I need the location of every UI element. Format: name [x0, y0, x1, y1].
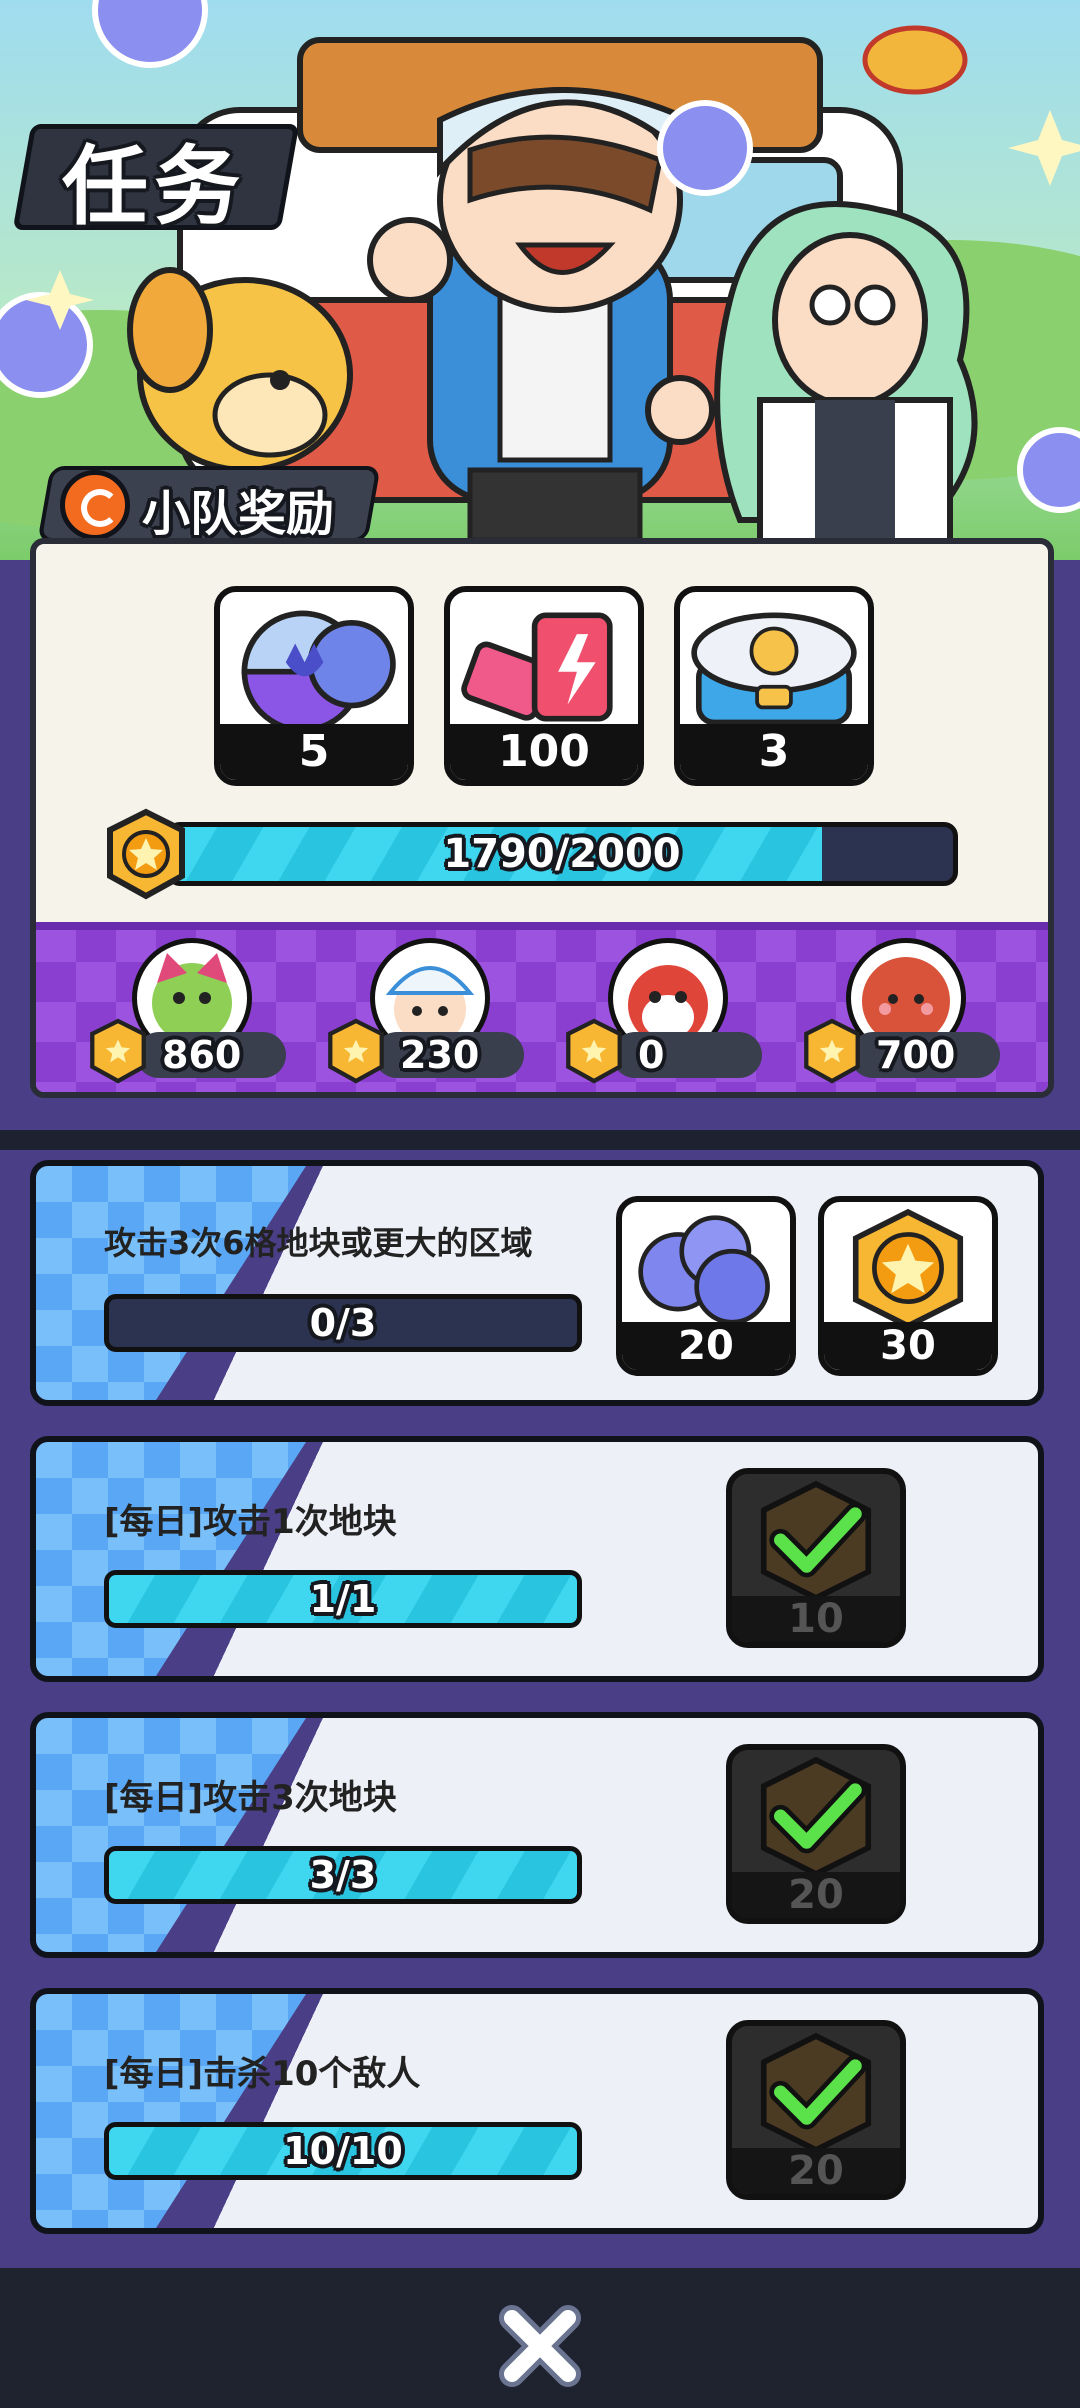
reward-capsule[interactable]: 5 [214, 586, 414, 786]
reward-qty: 20 [732, 1872, 900, 1918]
claimed-check-icon [760, 2032, 872, 2154]
task-progress-text: 0/3 [309, 1301, 377, 1345]
task-name: [每日]攻击1次地块 [104, 1502, 397, 1542]
reward-qty: 100 [450, 724, 638, 780]
claimed-reward: 20 [726, 2020, 906, 2200]
member-points: 0 [638, 1033, 665, 1077]
reward-qty: 30 [824, 1322, 992, 1370]
task-name: [每日]攻击3次地块 [104, 1778, 397, 1818]
star-badge-icon [852, 1208, 964, 1330]
squad-reward-label: 小队奖励 [142, 486, 335, 542]
squad-progress-text: 1790/2000 [443, 831, 681, 877]
member-blob[interactable]: 700 [800, 938, 1000, 1088]
header-banner: 任务 小队奖励 [0, 0, 1080, 560]
star-badge-icon [90, 1018, 146, 1084]
star-badge-icon [566, 1018, 622, 1084]
task-list: 攻击3次6格地块或更大的区域 0/3 20 30 [每日]攻击1次地块 1/1 … [0, 1150, 1080, 2270]
task-name: [每日]击杀10个敌人 [104, 2054, 421, 2094]
task-progress-bar: 0/3 [104, 1294, 582, 1352]
member-points: 860 [162, 1033, 242, 1077]
task-progress-bar: 3/3 [104, 1846, 582, 1904]
task-name: 攻击3次6格地块或更大的区域 [104, 1224, 533, 1262]
task-progress-text: 10/10 [283, 2129, 403, 2173]
star-badge-icon [328, 1018, 384, 1084]
capsule-icon [241, 610, 396, 733]
orb-icon [638, 1215, 770, 1325]
close-icon[interactable] [496, 2302, 584, 2390]
task-reward-stars[interactable]: 30 [818, 1196, 998, 1376]
task-progress-text: 3/3 [309, 1853, 377, 1897]
task-item: [每日]攻击1次地块 1/1 10 [30, 1436, 1044, 1682]
reward-lunchbox[interactable]: 3 [674, 586, 874, 786]
star-badge-icon [107, 808, 185, 900]
page-title: 任务 [62, 137, 246, 237]
squad-progress-bar: 1790/2000 [166, 822, 958, 886]
task-item: [每日]击杀10个敌人 10/10 20 [30, 1988, 1044, 2234]
energy-can-icon [461, 612, 613, 722]
lunchbox-icon [691, 612, 857, 726]
bottom-bar [0, 2268, 1080, 2408]
squad-reward-panel: 5 100 3 1790/2000 860 230 0 700 [30, 538, 1054, 1098]
reward-qty: 20 [622, 1322, 790, 1370]
claimed-check-icon [760, 1480, 872, 1602]
claimed-reward: 20 [726, 1744, 906, 1924]
divider [0, 1130, 1080, 1150]
task-item: 攻击3次6格地块或更大的区域 0/3 20 30 [30, 1160, 1044, 1406]
claimed-reward: 10 [726, 1468, 906, 1648]
member-boy[interactable]: 230 [324, 938, 524, 1088]
task-item: [每日]攻击3次地块 3/3 20 [30, 1712, 1044, 1958]
member-cat[interactable]: 860 [86, 938, 286, 1088]
reward-energy[interactable]: 100 [444, 586, 644, 786]
task-progress-bar: 10/10 [104, 2122, 582, 2180]
claimed-check-icon [760, 1756, 872, 1878]
task-progress-bar: 1/1 [104, 1570, 582, 1628]
member-points: 230 [400, 1033, 480, 1077]
reward-qty: 3 [680, 724, 868, 780]
reward-qty: 20 [732, 2148, 900, 2194]
reward-qty: 5 [220, 724, 408, 780]
member-hamster[interactable]: 0 [562, 938, 762, 1088]
star-badge-icon [804, 1018, 860, 1084]
reward-qty: 10 [732, 1596, 900, 1642]
task-progress-text: 1/1 [309, 1577, 377, 1621]
task-reward-orbs[interactable]: 20 [616, 1196, 796, 1376]
squad-target-icon [60, 470, 130, 540]
member-points: 700 [876, 1033, 956, 1077]
